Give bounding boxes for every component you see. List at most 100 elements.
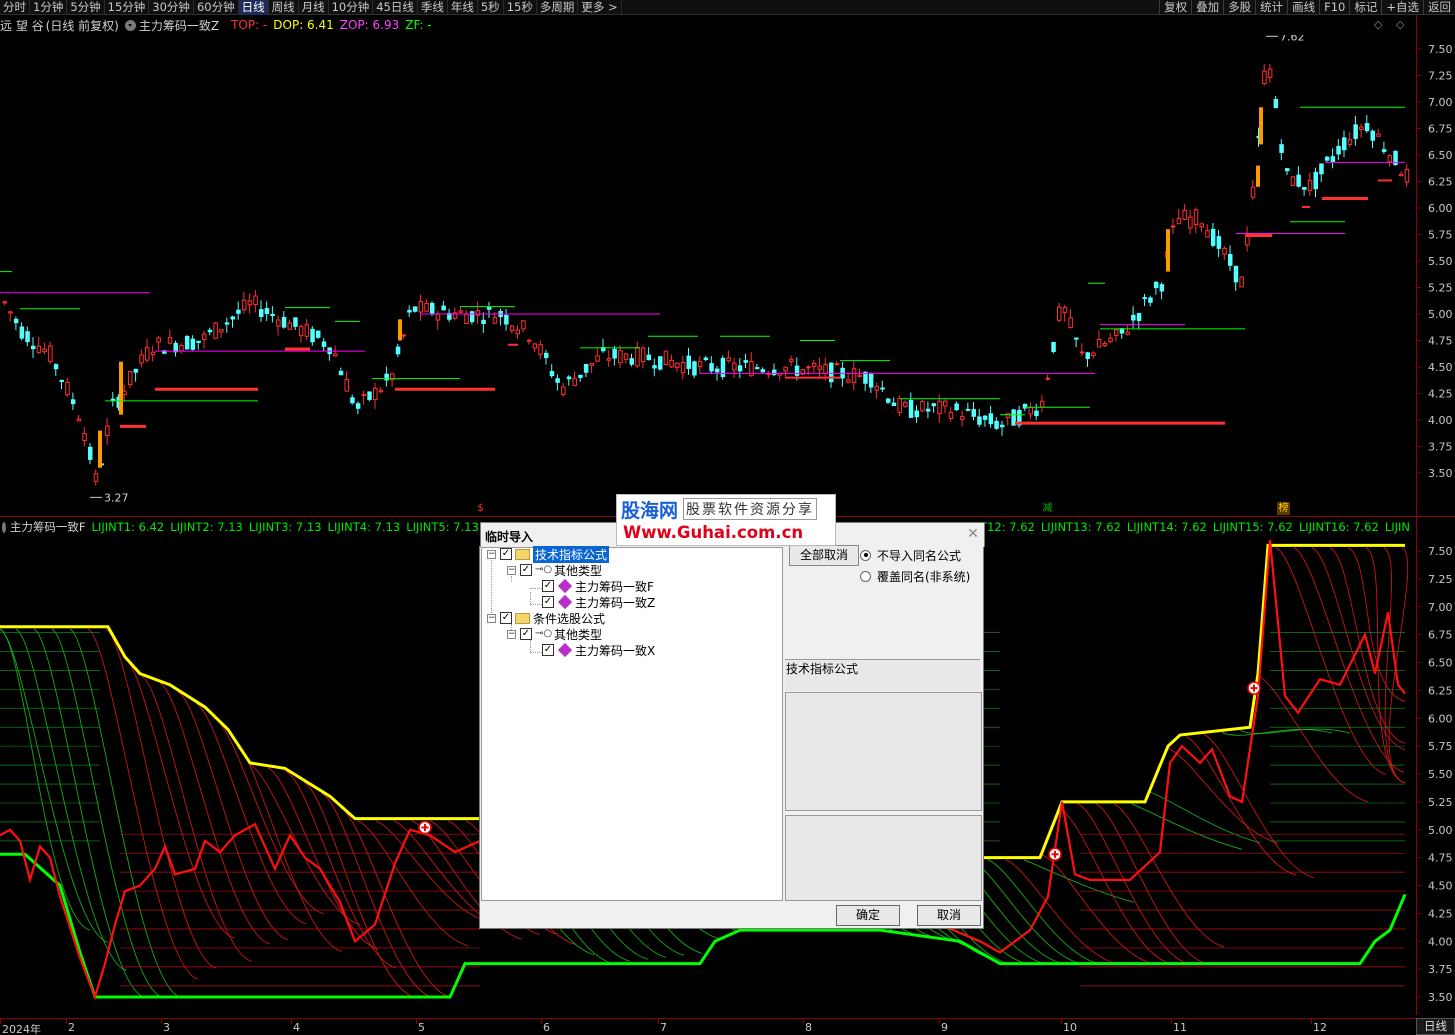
toolbar-button[interactable]: 多股 xyxy=(1223,0,1255,15)
candle-body xyxy=(1205,230,1210,238)
period-tab[interactable]: 5分钟 xyxy=(67,0,105,15)
candle-body xyxy=(1199,223,1204,228)
indicator-tick-label: 6.75 xyxy=(1428,629,1453,642)
toolbar-button[interactable]: 标记 xyxy=(1349,0,1381,15)
chart-mode[interactable]: (日线 前复权) xyxy=(46,17,119,34)
price-tick-label: 5.00 xyxy=(1428,308,1453,321)
indicator-dropdown[interactable]: 主力筹码一致Z xyxy=(124,17,225,34)
candle-body xyxy=(1273,98,1279,109)
period-tab[interactable]: 月线 xyxy=(299,0,329,15)
toolbar-button[interactable]: 画线 xyxy=(1287,0,1319,15)
price-tick-label: 6.00 xyxy=(1428,202,1453,215)
period-tab[interactable]: 年线 xyxy=(448,0,478,15)
radio-overwrite-same-name[interactable]: 覆盖同名(非系统) xyxy=(860,568,970,584)
diamond-icon[interactable]: ◇ xyxy=(1396,18,1404,31)
period-tab[interactable]: 周线 xyxy=(269,0,299,15)
toolbar-button[interactable]: +自选 xyxy=(1381,0,1423,15)
period-tab[interactable]: 分时 xyxy=(0,0,30,15)
period-tab[interactable]: 15分钟 xyxy=(105,0,150,15)
period-tab[interactable]: 日线 xyxy=(238,0,269,15)
price-tick-label: 5.75 xyxy=(1428,229,1453,242)
radio-skip-same-name[interactable]: 不导入同名公式 xyxy=(860,547,961,563)
indicator-tick-label: 4.25 xyxy=(1428,907,1453,920)
tree-item-label: 条件选股公式 xyxy=(533,611,606,626)
price-chart[interactable]: 7.50 7.25 7.00 6.75 6.50 6.25 6.00 5.75 5.50 5.25… xyxy=(0,30,1455,515)
period-tab[interactable]: 30分钟 xyxy=(149,0,194,15)
indicator-value: LIJINT3: 7.13 xyxy=(248,520,322,534)
event-marker-dollar[interactable]: $ xyxy=(474,502,487,515)
indicator-tick-label: 3.50 xyxy=(1428,991,1453,1004)
candle-body xyxy=(316,330,321,338)
close-icon[interactable]: ✕ xyxy=(965,526,981,542)
candle-body xyxy=(663,350,669,366)
cancel-all-button[interactable]: 全部取消 xyxy=(789,545,859,566)
dropdown-circle-icon[interactable] xyxy=(2,521,9,533)
diamond-icon[interactable]: ◇ xyxy=(1374,18,1382,31)
tree-item-stock-select[interactable]: − ✓ 条件选股公式 xyxy=(487,610,605,626)
formula-gem-icon xyxy=(557,642,573,658)
collapse-icon[interactable]: − xyxy=(507,629,516,639)
checkbox-checked-icon[interactable]: ✓ xyxy=(520,628,532,640)
chip-line xyxy=(0,628,109,943)
radio-selected-icon[interactable] xyxy=(860,549,871,561)
tree-item-formula-z[interactable]: ✓ 主力筹码一致Z xyxy=(542,594,655,610)
candle-body xyxy=(333,353,338,357)
candle-body xyxy=(578,374,583,378)
period-indicator-button[interactable]: 日线 xyxy=(1416,1018,1455,1035)
price-tick-label: 7.50 xyxy=(1428,43,1453,56)
collapse-icon[interactable]: − xyxy=(487,549,496,559)
event-marker-reduce[interactable]: 减 xyxy=(1041,502,1054,515)
tree-item-tech-indicator[interactable]: − ✓ 技术指标公式 xyxy=(487,545,610,563)
candle-body xyxy=(680,361,686,374)
checkbox-checked-icon[interactable]: ✓ xyxy=(542,580,554,592)
candle-body xyxy=(184,336,190,350)
toolbar-button[interactable]: 复权 xyxy=(1159,0,1191,15)
checkbox-checked-icon[interactable]: ✓ xyxy=(520,564,532,576)
toolbar-button[interactable]: F10 xyxy=(1319,0,1349,15)
period-tab[interactable]: 多周期 xyxy=(537,0,579,15)
checkbox-checked-icon[interactable]: ✓ xyxy=(542,644,554,656)
checkbox-checked-icon[interactable]: ✓ xyxy=(542,596,554,608)
checkbox-checked-icon[interactable]: ✓ xyxy=(500,548,512,560)
period-tab[interactable]: 45日线 xyxy=(373,0,418,15)
candle-body xyxy=(401,334,406,337)
radio-unselected-icon[interactable] xyxy=(860,570,871,582)
collapse-icon[interactable]: − xyxy=(487,613,496,623)
candle-body xyxy=(424,302,429,312)
candle-body xyxy=(1182,209,1187,220)
event-marker-ranking[interactable]: 榜 xyxy=(1277,502,1290,515)
period-tab[interactable]: 60分钟 xyxy=(194,0,239,15)
checkbox-checked-icon[interactable]: ✓ xyxy=(500,612,512,624)
period-tab-list: 分时 1分钟 5分钟 15分钟 30分钟 60分钟 日线 周线 月线 10分钟 45日线 季线 年线 5秒… xyxy=(0,0,622,15)
key-icon: ⊸○ xyxy=(535,628,553,639)
period-tab[interactable]: 15秒 xyxy=(504,0,537,15)
ok-button[interactable]: 确定 xyxy=(836,905,900,926)
period-tab[interactable]: 更多 > xyxy=(578,0,622,15)
collapse-icon[interactable]: − xyxy=(507,565,516,575)
candle-body xyxy=(139,354,144,364)
cancel-button[interactable]: 取消 xyxy=(917,905,981,926)
toolbar-button[interactable]: 统计 xyxy=(1255,0,1287,15)
candle-body xyxy=(1159,284,1165,292)
tree-item-formula-f[interactable]: ✓ 主力筹码一致F xyxy=(542,578,654,594)
candle-body xyxy=(515,329,520,335)
tree-item-other-type[interactable]: − ✓ ⊸○ 其他类型 xyxy=(507,562,602,578)
period-tab[interactable]: 1分钟 xyxy=(30,0,68,15)
period-tab[interactable]: 季线 xyxy=(418,0,448,15)
toolbar-button[interactable]: 叠加 xyxy=(1191,0,1223,15)
date-tick-mark xyxy=(1061,1019,1062,1024)
period-tab[interactable]: 5秒 xyxy=(478,0,504,15)
tree-item-other-type-2[interactable]: − ✓ ⊸○ 其他类型 xyxy=(507,626,602,642)
candle-body xyxy=(675,362,680,368)
chip-line xyxy=(1059,808,1171,964)
indicator-title: 主力筹码一致F xyxy=(9,520,86,534)
candle-body xyxy=(692,361,697,376)
candle-body xyxy=(247,300,253,306)
indicator-tick-label: 5.25 xyxy=(1428,796,1453,809)
toolbar-button[interactable]: 返回 xyxy=(1423,0,1455,15)
formula-tree[interactable]: − ✓ 技术指标公式 − ✓ ⊸○ 其他类型 ✓ 主力筹码一致F ✓ 主力筹码一… xyxy=(481,545,783,901)
indicator-value: LIJINT15: 7.62 xyxy=(1212,520,1293,534)
candle-body xyxy=(1136,313,1142,322)
tree-item-formula-x[interactable]: ✓ 主力筹码一致X xyxy=(542,642,655,658)
period-tab[interactable]: 10分钟 xyxy=(329,0,374,15)
